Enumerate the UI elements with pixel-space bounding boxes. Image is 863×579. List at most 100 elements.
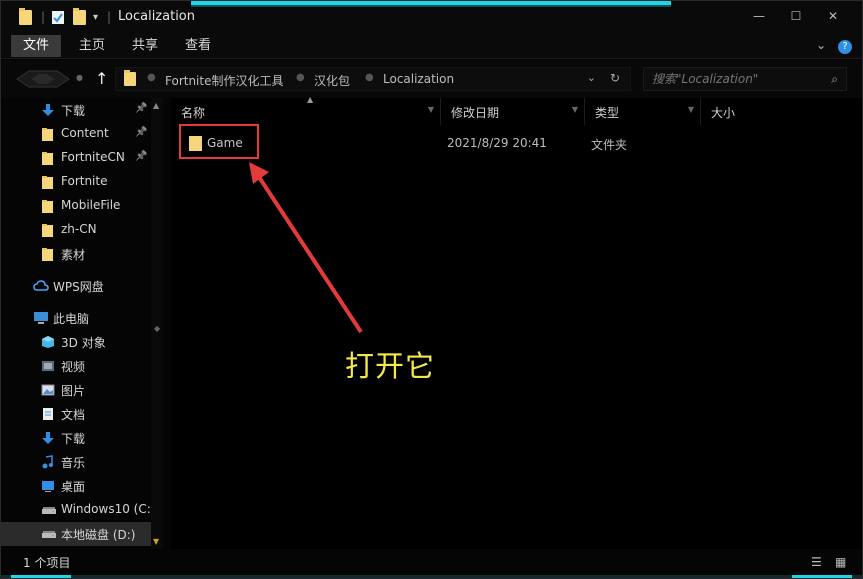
window-title: Localization: [118, 9, 195, 24]
download-arrow-icon: [41, 103, 55, 117]
details-view-icon[interactable]: ☰: [811, 555, 827, 569]
sidebar-item-label: MobileFile: [61, 198, 121, 212]
download-arrow-icon: [41, 431, 55, 445]
column-header-name[interactable]: 名称 ▼: [171, 98, 441, 125]
annotation-arrow: [249, 162, 363, 334]
folder-icon: [41, 151, 55, 165]
explorer-window: | ▾ | Localization — ☐ ✕ 文件 主页 共享 查看 ⌄ ?…: [0, 0, 863, 579]
sidebar-item[interactable]: zh-CN: [1, 218, 151, 242]
sidebar-item-label: 此电脑: [53, 312, 90, 326]
sidebar-item[interactable]: Content 📌: [1, 122, 151, 146]
sidebar-item-label: FortniteCN: [61, 150, 125, 164]
column-dropdown-icon[interactable]: ▼: [688, 105, 694, 114]
column-header-date[interactable]: 修改日期 ▼: [441, 98, 585, 125]
tab-home[interactable]: 主页: [67, 35, 117, 57]
address-dropdown-chevron-icon[interactable]: ⌄: [587, 71, 596, 84]
sidebar-item[interactable]: 桌面: [1, 474, 151, 498]
sidebar-item-label: 下载: [61, 432, 86, 446]
sidebar-item[interactable]: 素材: [1, 242, 151, 266]
tab-share[interactable]: 共享: [120, 35, 170, 57]
refresh-icon[interactable]: ↻: [610, 71, 620, 85]
sidebar-item[interactable]: 视频: [1, 354, 151, 378]
sidebar-item-label: 素材: [61, 248, 86, 262]
ribbon-controls: ⌄ ?: [816, 38, 852, 54]
breadcrumb-separator: ●: [296, 72, 305, 83]
search-box[interactable]: ⌕: [643, 67, 847, 91]
sidebar-item-label: Fortnite: [61, 174, 108, 188]
title-separator-2: |: [107, 10, 112, 24]
breadcrumb-item[interactable]: Fortnite制作汉化工具: [165, 72, 283, 89]
pin-icon[interactable]: 📌: [135, 103, 147, 114]
expand-ribbon-chevron-icon[interactable]: ⌄: [816, 38, 826, 52]
cloud-icon: [33, 279, 49, 293]
properties-icon[interactable]: [51, 8, 65, 26]
sidebar-item-label: WPS网盘: [53, 280, 104, 294]
pin-icon[interactable]: 📌: [135, 151, 147, 162]
minimize-button[interactable]: —: [747, 7, 771, 25]
folder-icon: [41, 127, 55, 141]
sidebar-item[interactable]: WPS网盘: [1, 274, 151, 298]
scroll-up-icon[interactable]: ▲: [153, 101, 159, 110]
column-header-type[interactable]: 类型 ▼: [585, 98, 701, 125]
video-icon: [41, 359, 55, 373]
drive-icon: [41, 527, 56, 541]
folder-icon: [41, 223, 55, 237]
sidebar-item-label: 下载: [61, 104, 86, 118]
new-folder-icon[interactable]: [73, 7, 86, 26]
sidebar-item[interactable]: 下载: [1, 426, 151, 450]
annotation-text: 打开它: [345, 349, 436, 383]
breadcrumb-separator: ●: [147, 72, 156, 83]
scroll-down-icon[interactable]: ▼: [153, 537, 159, 546]
ribbon-tabs: 文件 主页 共享 查看 ⌄ ?: [1, 32, 862, 59]
quick-access-folder-icon[interactable]: [19, 7, 32, 26]
customize-toolbar-chevron-icon[interactable]: ▾: [93, 8, 98, 26]
recent-dot-icon[interactable]: ●: [76, 73, 83, 82]
address-bar[interactable]: ● Fortnite制作汉化工具 ● 汉化包 ● Localization ⌄ …: [115, 67, 631, 91]
sidebar-item[interactable]: 此电脑: [1, 306, 151, 330]
search-input[interactable]: [644, 68, 846, 90]
sidebar-item[interactable]: 下载 📌: [1, 98, 151, 122]
nav-scrollbar[interactable]: ▲ ◆ ▼: [151, 98, 163, 549]
file-type: 文件夹: [591, 138, 628, 152]
cube-icon: [41, 335, 55, 349]
sidebar-item[interactable]: 本地磁盘 (D:): [1, 522, 151, 546]
tab-view[interactable]: 查看: [173, 35, 223, 57]
scroll-thumb[interactable]: ◆: [154, 324, 160, 333]
breadcrumb-item[interactable]: 汉化包: [314, 72, 350, 89]
sidebar-item-label: 3D 对象: [61, 336, 106, 350]
pin-icon[interactable]: 📌: [135, 127, 147, 138]
sidebar-item[interactable]: 文档: [1, 402, 151, 426]
breadcrumb-item[interactable]: Localization: [383, 72, 454, 86]
sidebar-item[interactable]: MobileFile: [1, 194, 151, 218]
title-bar: | ▾ | Localization — ☐ ✕: [1, 1, 862, 32]
sidebar-item[interactable]: Fortnite: [1, 170, 151, 194]
annotation-highlight-box: [179, 124, 259, 159]
folder-icon: [41, 199, 55, 213]
sidebar-item[interactable]: 音乐: [1, 450, 151, 474]
sidebar-item-label: Windows10 (C:: [61, 502, 151, 516]
sidebar-item[interactable]: Windows10 (C:: [1, 498, 151, 522]
column-dropdown-icon[interactable]: ▼: [572, 105, 578, 114]
column-header-size[interactable]: 大小: [701, 98, 771, 125]
close-button[interactable]: ✕: [821, 7, 845, 25]
column-dropdown-icon[interactable]: ▼: [428, 105, 434, 114]
search-icon[interactable]: ⌕: [831, 72, 838, 87]
music-note-icon: [41, 455, 55, 469]
title-accent-shadow: [191, 5, 671, 7]
sidebar-item-label: 本地磁盘 (D:): [61, 528, 136, 542]
tab-file[interactable]: 文件: [11, 35, 62, 57]
sidebar-item[interactable]: 3D 对象: [1, 330, 151, 354]
folder-icon: [41, 175, 55, 189]
sidebar-item[interactable]: FortniteCN 📌: [1, 146, 151, 170]
help-icon[interactable]: ?: [838, 40, 852, 54]
back-forward-decor-icon[interactable]: [15, 69, 71, 89]
sidebar-item-label: 桌面: [61, 480, 86, 494]
folder-icon: [41, 247, 55, 261]
large-icons-view-icon[interactable]: ▦: [835, 555, 851, 569]
computer-icon: [33, 311, 48, 325]
up-arrow-icon[interactable]: ↑: [95, 69, 111, 89]
sidebar-item-label: zh-CN: [61, 222, 97, 236]
maximize-button[interactable]: ☐: [784, 7, 808, 25]
sidebar-item[interactable]: 图片: [1, 378, 151, 402]
bottom-accent-bar: [1, 575, 862, 578]
